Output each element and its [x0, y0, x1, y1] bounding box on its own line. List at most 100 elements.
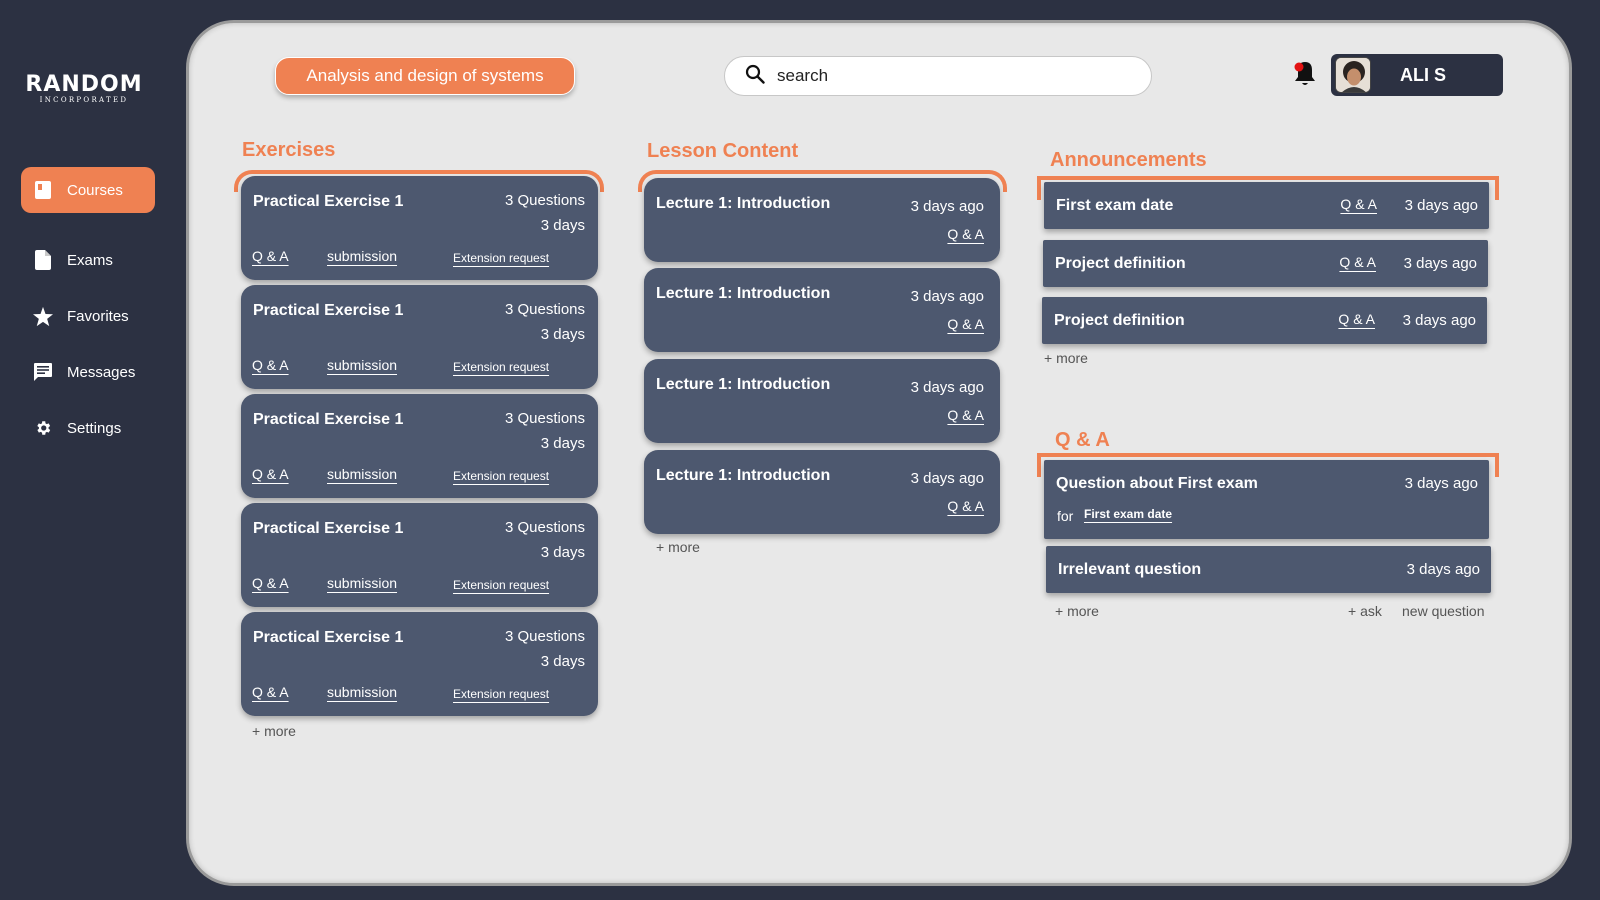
announcement-card[interactable]: Project definition Q & A 3 days ago — [1042, 297, 1487, 344]
lesson-date: 3 days ago — [910, 379, 984, 396]
lesson-title: Lecture 1: Introduction — [656, 467, 831, 484]
search-bar[interactable] — [724, 56, 1152, 96]
course-selector[interactable]: Analysis and design of systems — [275, 57, 575, 95]
extension-request-link[interactable]: Extension request — [453, 687, 549, 701]
gear-icon — [33, 418, 53, 438]
exercise-card[interactable]: Practical Exercise 1 3 Questions 3 days … — [241, 176, 598, 280]
announcement-title: First exam date — [1056, 197, 1174, 214]
question-card[interactable]: Irrelevant question 3 days ago — [1046, 546, 1491, 593]
user-name: ALI S — [1400, 64, 1447, 85]
exercise-questions: 3 Questions — [504, 301, 585, 318]
brand-tagline: INCORPORATED — [39, 96, 129, 104]
submission-link[interactable]: submission — [327, 357, 397, 373]
lesson-date: 3 days ago — [910, 470, 984, 487]
qa-link[interactable]: Q & A — [252, 684, 289, 700]
qa-link[interactable]: Q & A — [252, 575, 289, 591]
exercise-title: Practical Exercise 1 — [253, 193, 404, 210]
submission-link[interactable]: submission — [327, 684, 397, 700]
announcement-date: 3 days ago — [1404, 197, 1478, 214]
sidebar-item-label: Settings — [67, 419, 122, 437]
sidebar-item-exams[interactable]: Exams — [21, 237, 155, 283]
new-question-link[interactable]: new question — [1402, 603, 1485, 619]
submission-link[interactable]: submission — [327, 575, 397, 591]
sidebar-item-courses[interactable]: Courses — [21, 167, 155, 213]
question-for-link[interactable]: First exam date — [1084, 507, 1172, 521]
qa-link[interactable]: Q & A — [1338, 311, 1375, 327]
extension-request-link[interactable]: Extension request — [453, 469, 549, 483]
sidebar-nav: Courses Exams Favorites Messages Setting… — [21, 167, 155, 451]
qa-title: Q & A — [1055, 429, 1110, 451]
exercises-more-link[interactable]: + more — [252, 723, 296, 739]
exercise-questions: 3 Questions — [504, 410, 585, 427]
submission-link[interactable]: submission — [327, 248, 397, 264]
qa-link[interactable]: Q & A — [1340, 196, 1377, 212]
lesson-card[interactable]: Lecture 1: Introduction 3 days ago Q & A — [644, 268, 1000, 352]
question-title: Question about First exam — [1056, 475, 1258, 492]
lesson-card[interactable]: Lecture 1: Introduction 3 days ago Q & A — [644, 450, 1000, 534]
qa-link[interactable]: Q & A — [947, 498, 984, 514]
exercise-questions: 3 Questions — [504, 519, 585, 536]
lesson-card[interactable]: Lecture 1: Introduction 3 days ago Q & A — [644, 178, 1000, 262]
avatar — [1335, 57, 1371, 93]
sidebar-item-label: Favorites — [67, 307, 129, 325]
extension-request-link[interactable]: Extension request — [453, 251, 549, 265]
qa-link[interactable]: Q & A — [947, 226, 984, 242]
lesson-title: Lecture 1: Introduction — [656, 195, 831, 212]
question-card[interactable]: Question about First exam 3 days ago for… — [1044, 460, 1489, 539]
question-date: 3 days ago — [1406, 561, 1480, 578]
lessons-title: Lesson Content — [647, 140, 799, 162]
document-icon — [33, 250, 53, 270]
lesson-card[interactable]: Lecture 1: Introduction 3 days ago Q & A — [644, 359, 1000, 443]
exercise-card[interactable]: Practical Exercise 1 3 Questions 3 days … — [241, 285, 598, 389]
lesson-title: Lecture 1: Introduction — [656, 376, 831, 393]
qa-link[interactable]: Q & A — [1339, 254, 1376, 270]
exercise-days: 3 days — [540, 326, 585, 343]
announcement-card[interactable]: Project definition Q & A 3 days ago — [1043, 240, 1488, 287]
qa-link[interactable]: Q & A — [947, 316, 984, 332]
announcement-date: 3 days ago — [1403, 255, 1477, 272]
exercise-card[interactable]: Practical Exercise 1 3 Questions 3 days … — [241, 394, 598, 498]
announcements-more-link[interactable]: + more — [1044, 350, 1088, 366]
sidebar-item-settings[interactable]: Settings — [21, 405, 155, 451]
announcement-date: 3 days ago — [1402, 312, 1476, 329]
lessons-more-link[interactable]: + more — [656, 539, 700, 555]
ask-link[interactable]: + ask — [1348, 603, 1382, 619]
exercise-questions: 3 Questions — [504, 192, 585, 209]
qa-link[interactable]: Q & A — [252, 357, 289, 373]
user-profile[interactable]: ALI S — [1331, 54, 1503, 96]
announcement-title: Project definition — [1055, 255, 1186, 272]
exercise-days: 3 days — [540, 217, 585, 234]
brand-logo[interactable]: RANDOM INCORPORATED — [24, 74, 144, 105]
exercises-title: Exercises — [242, 139, 336, 161]
exercise-card[interactable]: Practical Exercise 1 3 Questions 3 days … — [241, 503, 598, 607]
sidebar-item-messages[interactable]: Messages — [21, 349, 155, 395]
notification-bell-icon[interactable] — [1290, 58, 1320, 90]
search-input[interactable] — [777, 66, 1117, 86]
question-for-label: for — [1057, 508, 1074, 524]
qa-more-link[interactable]: + more — [1055, 603, 1099, 619]
exercise-card[interactable]: Practical Exercise 1 3 Questions 3 days … — [241, 612, 598, 716]
exercise-title: Practical Exercise 1 — [253, 411, 404, 428]
exercise-questions: 3 Questions — [504, 628, 585, 645]
exercise-title: Practical Exercise 1 — [253, 629, 404, 646]
exercise-days: 3 days — [540, 653, 585, 670]
main-panel: Analysis and design of systems ALI S Exe… — [186, 20, 1572, 886]
qa-link[interactable]: Q & A — [252, 248, 289, 264]
qa-link[interactable]: Q & A — [947, 407, 984, 423]
question-date: 3 days ago — [1404, 475, 1478, 492]
exercise-days: 3 days — [540, 544, 585, 561]
search-icon — [745, 64, 765, 89]
sidebar-item-favorites[interactable]: Favorites — [21, 293, 155, 339]
announcement-title: Project definition — [1054, 312, 1185, 329]
announcement-card[interactable]: First exam date Q & A 3 days ago — [1044, 182, 1489, 229]
qa-link[interactable]: Q & A — [252, 466, 289, 482]
extension-request-link[interactable]: Extension request — [453, 578, 549, 592]
question-title: Irrelevant question — [1058, 561, 1202, 578]
lesson-date: 3 days ago — [910, 198, 984, 215]
submission-link[interactable]: submission — [327, 466, 397, 482]
sidebar-item-label: Courses — [67, 181, 123, 199]
book-icon — [33, 180, 53, 200]
sidebar-item-label: Messages — [67, 363, 136, 381]
extension-request-link[interactable]: Extension request — [453, 360, 549, 374]
lesson-title: Lecture 1: Introduction — [656, 285, 831, 302]
